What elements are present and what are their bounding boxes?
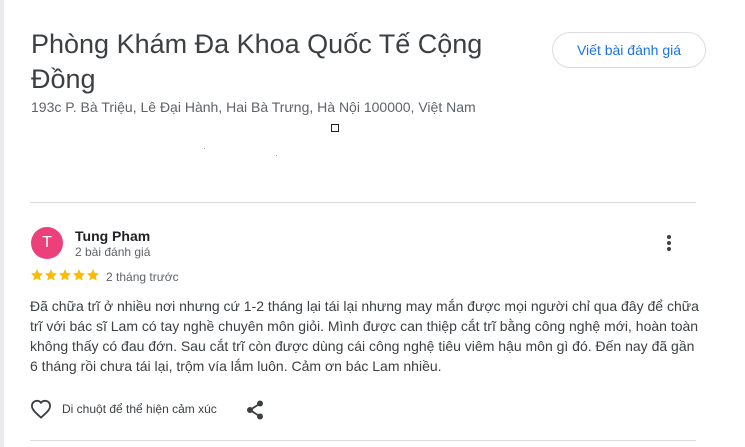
review-text: Đã chữa trĩ ở nhiều nơi nhưng cứ 1-2 thá… — [30, 298, 699, 374]
divider-bottom — [30, 440, 696, 441]
review-time: 2 tháng trước — [106, 270, 179, 284]
divider-top — [30, 202, 696, 203]
more-options-button[interactable] — [659, 231, 679, 255]
share-button[interactable] — [244, 399, 266, 421]
star-icon — [72, 269, 86, 281]
star-icon — [58, 269, 72, 281]
place-address: 193c P. Bà Triệu, Lê Đại Hành, Hai Bà Tr… — [31, 99, 476, 115]
place-title: Phòng Khám Đa Khoa Quốc Tế Cộng Đồng — [31, 29, 483, 94]
left-border — [0, 0, 4, 447]
speck — [204, 148, 205, 149]
star-icon — [44, 269, 58, 281]
react-label: Di chuột để thể hiện cảm xúc — [62, 402, 217, 416]
speck — [276, 155, 277, 156]
react-button[interactable]: Di chuột để thể hiện cảm xúc — [30, 398, 217, 420]
avatar[interactable]: T — [31, 227, 63, 259]
star-icon — [86, 269, 100, 281]
cursor-marker — [331, 124, 339, 132]
share-icon — [247, 400, 263, 420]
write-review-button[interactable]: Viết bài đánh giá — [552, 32, 706, 68]
reviewer-name[interactable]: Tung Pham — [75, 228, 150, 244]
heart-icon — [30, 399, 52, 419]
star-icon — [30, 269, 44, 281]
star-rating — [30, 268, 100, 284]
reviewer-review-count[interactable]: 2 bài đánh giá — [75, 245, 150, 259]
more-vert-icon — [667, 235, 671, 251]
